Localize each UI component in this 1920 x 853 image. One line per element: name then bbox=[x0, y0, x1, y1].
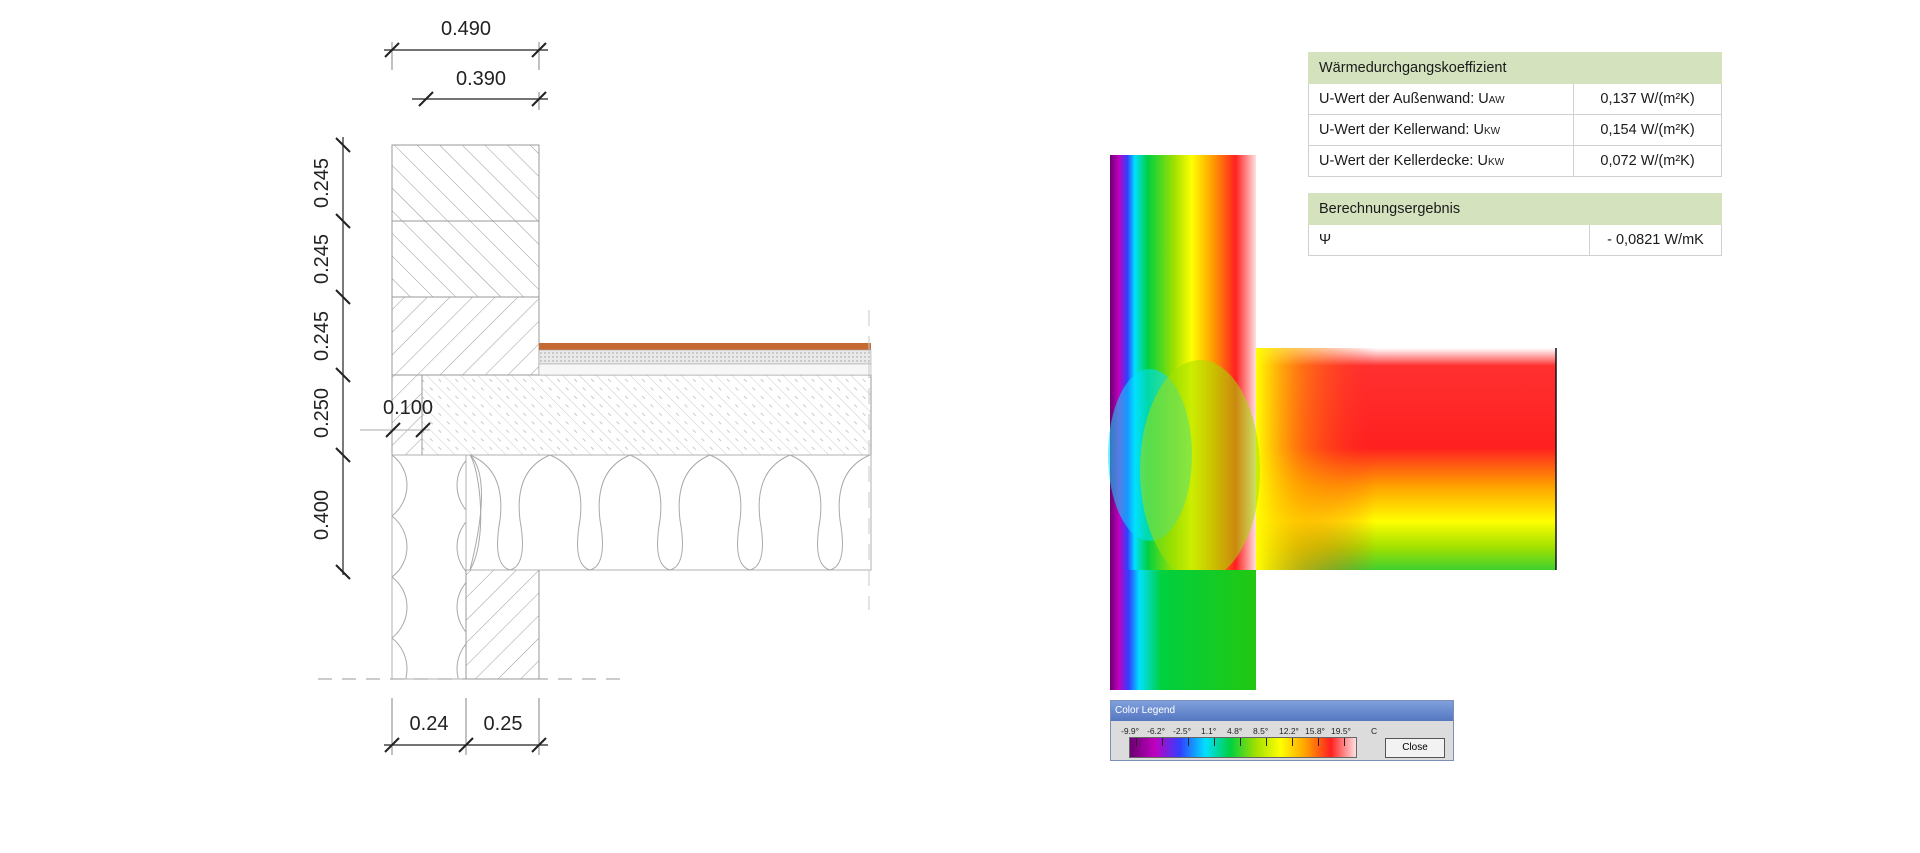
legend-tick-mark bbox=[1292, 738, 1293, 746]
legend-tick-mark bbox=[1214, 738, 1215, 746]
color-legend-window: Color Legend -9.9° -6.2° -2.5° 1.1° 4.8°… bbox=[1110, 700, 1454, 761]
thermal-wall-lower bbox=[1110, 570, 1256, 690]
psi-label: Ψ bbox=[1308, 224, 1590, 256]
result-table: Berechnungsergebnis Ψ - 0,0821 W/mK bbox=[1308, 193, 1722, 256]
dim-inner: 0.100 bbox=[383, 397, 433, 419]
dim-left-2: 0.245 bbox=[311, 234, 333, 284]
wall-block-3 bbox=[391, 296, 540, 376]
concrete-slab bbox=[421, 374, 872, 456]
psi-value: - 0,0821 W/mK bbox=[1589, 224, 1722, 256]
dim-top-total: 0.490 bbox=[441, 18, 491, 40]
legend-tick-mark bbox=[1240, 738, 1241, 746]
close-button[interactable]: Close bbox=[1385, 738, 1445, 758]
table-row: U-Wert der Kellerdecke: UKW 0,072 W/(m²K… bbox=[1307, 145, 1722, 177]
wall-block-1 bbox=[391, 144, 540, 222]
u-row-value: 0,137 W/(m²K) bbox=[1573, 83, 1722, 115]
tick-label: 4.8° bbox=[1227, 726, 1243, 736]
dim-left-1: 0.245 bbox=[311, 158, 333, 208]
tick-label: 8.5° bbox=[1253, 726, 1269, 736]
color-legend-bar bbox=[1129, 737, 1357, 758]
u-row-value: 0,072 W/(m²K) bbox=[1573, 145, 1722, 177]
wall-block-2 bbox=[391, 220, 540, 298]
dim-top-inner: 0.390 bbox=[456, 68, 506, 90]
floor-finish-layer bbox=[539, 343, 871, 350]
u-row-label: U-Wert der Kellerwand: UKW bbox=[1307, 114, 1575, 146]
table-row: U-Wert der Außenwand: UAW 0,137 W/(m²K) bbox=[1307, 83, 1722, 115]
dim-left-3: 0.245 bbox=[311, 311, 333, 361]
tick-label: 1.1° bbox=[1201, 726, 1217, 736]
tick-label: -2.5° bbox=[1173, 726, 1192, 736]
u-row-value: 0,154 W/(m²K) bbox=[1573, 114, 1722, 146]
tick-label: -6.2° bbox=[1147, 726, 1166, 736]
result-header: Berechnungsergebnis bbox=[1308, 193, 1722, 225]
tick-label: 15.8° bbox=[1305, 726, 1325, 736]
color-legend-titlebar[interactable]: Color Legend bbox=[1111, 701, 1453, 721]
table-row: Ψ - 0,0821 W/mK bbox=[1308, 224, 1722, 256]
dim-left-5: 0.400 bbox=[311, 490, 333, 540]
u-value-header: Wärmedurchgangskoeffizient bbox=[1308, 52, 1722, 84]
legend-tick-mark bbox=[1188, 738, 1189, 746]
u-row-label: U-Wert der Kellerdecke: UKW bbox=[1307, 145, 1575, 177]
dim-bottom-2: 0.25 bbox=[484, 713, 523, 735]
legend-tick-mark bbox=[1136, 738, 1137, 746]
u-row-label: U-Wert der Außenwand: UAW bbox=[1307, 83, 1575, 115]
thermal-bridge-core bbox=[1140, 360, 1260, 580]
legend-tick-mark bbox=[1318, 738, 1319, 746]
result-header-row: Berechnungsergebnis bbox=[1308, 193, 1722, 225]
basement-wall bbox=[465, 569, 540, 680]
table-row: U-Wert der Kellerwand: UKW 0,154 W/(m²K) bbox=[1307, 114, 1722, 146]
ceiling-insulation bbox=[465, 454, 872, 571]
legend-tick-mark bbox=[1344, 738, 1345, 746]
impact-sound-layer bbox=[538, 363, 872, 376]
thermal-slab-transition bbox=[1256, 348, 1556, 570]
unit-label: C bbox=[1371, 726, 1378, 736]
u-value-header-row: Wärmedurchgangskoeffizient bbox=[1308, 52, 1722, 84]
dim-left-4: 0.250 bbox=[311, 388, 333, 438]
thermal-wall-upper bbox=[1110, 155, 1256, 350]
u-value-table: Wärmedurchgangskoeffizient U-Wert der Au… bbox=[1307, 52, 1722, 177]
tick-label: 19.5° bbox=[1331, 726, 1351, 736]
legend-tick-mark bbox=[1162, 738, 1163, 746]
screed-layer bbox=[538, 349, 872, 365]
perimeter-insulation bbox=[391, 454, 467, 680]
tick-label: 12.2° bbox=[1279, 726, 1299, 736]
legend-tick-mark bbox=[1266, 738, 1267, 746]
dim-bottom-1: 0.24 bbox=[410, 713, 449, 735]
tick-label: -9.9° bbox=[1121, 726, 1140, 736]
